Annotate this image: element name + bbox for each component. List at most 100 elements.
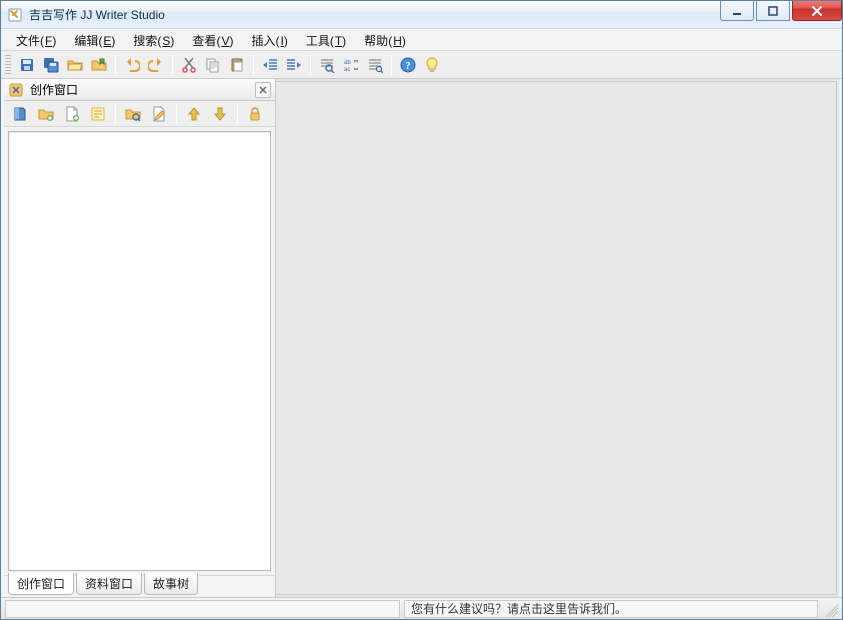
cut-icon: [181, 57, 197, 73]
book-icon: [12, 106, 28, 122]
menu-help[interactable]: 帮助(H): [357, 29, 413, 52]
tip-icon: [424, 57, 440, 73]
replace-icon: abac: [343, 57, 359, 73]
copy-button[interactable]: [201, 53, 225, 77]
export-button[interactable]: [87, 53, 111, 77]
menubar: 文件(F) 编辑(E) 搜索(S) 查看(V) 插入(I) 工具(T) 帮助(H…: [1, 29, 842, 51]
copy-icon: [205, 57, 221, 73]
toolbar-grip[interactable]: [5, 55, 11, 75]
close-icon: [259, 86, 267, 94]
indent-icon: [286, 57, 302, 73]
statusbar: 您有什么建议吗？请点击这里告诉我们。: [1, 597, 842, 619]
panel-header[interactable]: 创作窗口: [4, 79, 275, 101]
menu-insert[interactable]: 插入(I): [244, 29, 294, 52]
toolbar-sep: [237, 104, 238, 124]
save-all-icon: [43, 57, 59, 73]
doc-new-icon: [64, 106, 80, 122]
panel-title: 创作窗口: [30, 81, 78, 98]
find-button[interactable]: [315, 53, 339, 77]
open-button[interactable]: [63, 53, 87, 77]
panel-icon: [8, 82, 24, 98]
undo-icon: [124, 57, 140, 73]
save-button[interactable]: [15, 53, 39, 77]
toolbar-sep: [253, 55, 254, 75]
svg-text:ac: ac: [344, 67, 350, 73]
svg-text:?: ?: [406, 61, 411, 72]
window-buttons: [720, 1, 842, 28]
main-toolbar: abac ?: [1, 51, 842, 79]
app-icon: [7, 7, 23, 23]
status-left: [5, 600, 400, 618]
indent-button[interactable]: [282, 53, 306, 77]
redo-button[interactable]: [144, 53, 168, 77]
folder-new-icon: [38, 106, 54, 122]
minimize-button[interactable]: [720, 1, 754, 21]
note-new-icon: [90, 106, 106, 122]
menu-view[interactable]: 查看(V): [185, 29, 240, 52]
move-up-button[interactable]: [182, 102, 206, 126]
panel-close-button[interactable]: [255, 82, 271, 98]
new-book-button[interactable]: [8, 102, 32, 126]
open-icon: [67, 57, 83, 73]
new-note-button[interactable]: [86, 102, 110, 126]
properties-button[interactable]: [121, 102, 145, 126]
save-icon: [19, 57, 35, 73]
toolbar-sep: [115, 55, 116, 75]
status-feedback-link[interactable]: 您有什么建议吗？请点击这里告诉我们。: [404, 600, 818, 618]
lock-button[interactable]: [243, 102, 267, 126]
help-button[interactable]: ?: [396, 53, 420, 77]
toolbar-sep: [172, 55, 173, 75]
new-folder-button[interactable]: [34, 102, 58, 126]
toolbar-sep: [176, 104, 177, 124]
new-doc-button[interactable]: [60, 102, 84, 126]
save-all-button[interactable]: [39, 53, 63, 77]
minimize-icon: [732, 6, 742, 16]
maximize-button[interactable]: [756, 1, 790, 21]
side-panel: 创作窗口 创作窗: [4, 79, 276, 597]
find-all-icon: [367, 57, 383, 73]
menu-search[interactable]: 搜索(S): [126, 29, 181, 52]
toolbar-sep: [310, 55, 311, 75]
toolbar-sep: [115, 104, 116, 124]
tip-button[interactable]: [420, 53, 444, 77]
move-down-button[interactable]: [208, 102, 232, 126]
app-window: 吉吉写作 JJ Writer Studio 文件(F) 编辑(E) 搜索(S) …: [0, 0, 843, 620]
close-button[interactable]: [792, 1, 842, 21]
close-icon: [811, 5, 823, 17]
menu-edit[interactable]: 编辑(E): [67, 29, 122, 52]
arrow-down-icon: [212, 106, 228, 122]
tab-resources[interactable]: 资料窗口: [76, 573, 142, 595]
replace-button[interactable]: abac: [339, 53, 363, 77]
svg-text:ab: ab: [344, 60, 351, 66]
panel-toolbar: [4, 101, 275, 127]
lock-icon: [247, 106, 263, 122]
toolbar-sep: [391, 55, 392, 75]
window-title: 吉吉写作 JJ Writer Studio: [29, 6, 720, 23]
find-icon: [319, 57, 335, 73]
outdent-icon: [262, 57, 278, 73]
redo-icon: [148, 57, 164, 73]
mdi-area[interactable]: [276, 81, 837, 595]
client-area: 创作窗口 创作窗: [1, 79, 842, 597]
paste-button[interactable]: [225, 53, 249, 77]
resize-grip[interactable]: [822, 601, 838, 617]
help-icon: ?: [400, 57, 416, 73]
arrow-up-icon: [186, 106, 202, 122]
maximize-icon: [768, 6, 778, 16]
titlebar[interactable]: 吉吉写作 JJ Writer Studio: [1, 1, 842, 29]
panel-tabs: 创作窗口 资料窗口 故事树: [4, 575, 275, 597]
paste-icon: [229, 57, 245, 73]
menu-file[interactable]: 文件(F): [9, 29, 63, 52]
edit-button[interactable]: [147, 102, 171, 126]
export-icon: [91, 57, 107, 73]
find-all-button[interactable]: [363, 53, 387, 77]
tree-view[interactable]: [8, 131, 271, 571]
tab-storytree[interactable]: 故事树: [144, 573, 198, 595]
cut-button[interactable]: [177, 53, 201, 77]
tab-compose[interactable]: 创作窗口: [8, 573, 74, 595]
properties-icon: [125, 106, 141, 122]
menu-tools[interactable]: 工具(T): [299, 29, 353, 52]
undo-button[interactable]: [120, 53, 144, 77]
outdent-button[interactable]: [258, 53, 282, 77]
edit-icon: [151, 106, 167, 122]
